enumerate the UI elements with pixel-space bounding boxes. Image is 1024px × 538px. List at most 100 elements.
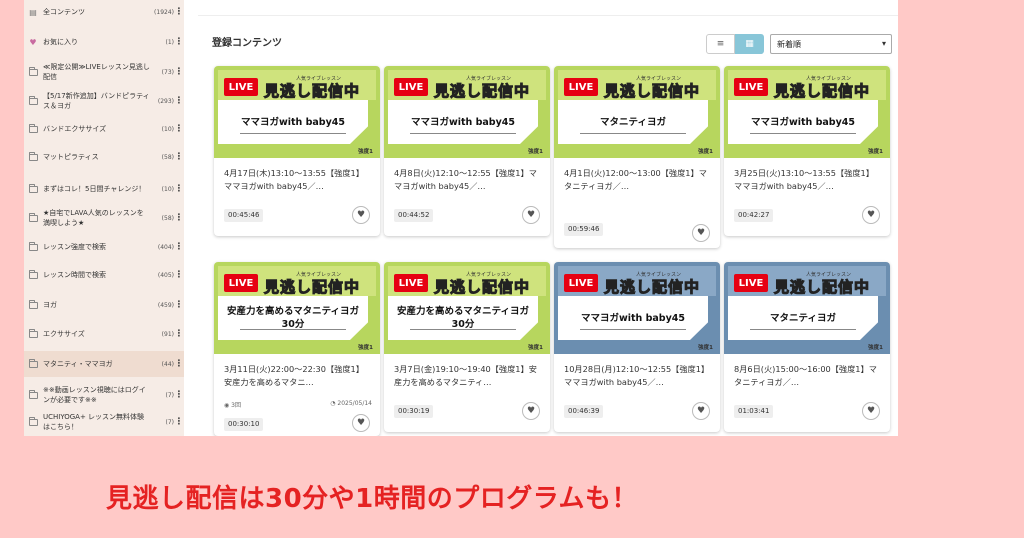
card-title[interactable]: 8月6日(火)15:00～16:00【強度1】マタニティヨガ／… bbox=[734, 363, 882, 389]
film-icon: ▤ bbox=[29, 7, 37, 17]
more-menu-icon[interactable]: ⋮ bbox=[174, 153, 184, 162]
sidebar-item[interactable]: ★自宅でLAVA人気のレッスンを満喫しよう★ (58) ⋮ bbox=[24, 206, 184, 230]
sidebar-item[interactable]: 【5/17新作追加】バンドピラティス＆ヨガ (293) ⋮ bbox=[24, 89, 184, 113]
card-title[interactable]: 4月1日(火)12:00～13:00【強度1】マタニティヨガ／… bbox=[564, 167, 712, 193]
video-thumbnail[interactable]: LIVE 人気ライブレッスン 見逃し配信中 ママヨガwith baby45 強度1 bbox=[554, 262, 720, 354]
sidebar-item-count: (73) bbox=[161, 68, 174, 76]
content-card[interactable]: LIVE 人気ライブレッスン 見逃し配信中 マタニティヨガ 強度1 4月1日(火)12:0… bbox=[554, 66, 720, 248]
video-thumbnail[interactable]: LIVE 人気ライブレッスン 見逃し配信中 ママヨガwith baby45 強度1 bbox=[384, 66, 550, 158]
favorite-button[interactable]: ♥ bbox=[352, 414, 370, 432]
duration-badge: 01:03:41 bbox=[734, 405, 774, 418]
grid-view-button[interactable]: ▦ bbox=[735, 34, 764, 54]
sidebar-item[interactable]: ≪限定公開≫LIVEレッスン見逃し配信 (73) ⋮ bbox=[24, 60, 184, 84]
live-badge: LIVE bbox=[734, 274, 768, 292]
favorite-button[interactable]: ♥ bbox=[352, 206, 370, 224]
sidebar-item-label: 全コンテンツ bbox=[43, 8, 85, 16]
sort-value: 新着順 bbox=[777, 39, 801, 49]
video-thumbnail[interactable]: LIVE 人気ライブレッスン 見逃し配信中 安産力を高めるマタニティヨガ30分 強度1 bbox=[214, 262, 380, 354]
sidebar-item-count: (459) bbox=[157, 301, 174, 309]
video-thumbnail[interactable]: LIVE 人気ライブレッスン 見逃し配信中 ママヨガwith baby45 強度1 bbox=[214, 66, 380, 158]
sort-select[interactable]: 新着順 ▾ bbox=[770, 34, 892, 54]
video-thumbnail[interactable]: LIVE 人気ライブレッスン 見逃し配信中 ママヨガwith baby45 強度1 bbox=[724, 66, 890, 158]
more-menu-icon[interactable]: ⋮ bbox=[174, 68, 184, 77]
content-card[interactable]: LIVE 人気ライブレッスン 見逃し配信中 ママヨガwith baby45 強度1 3月2… bbox=[724, 66, 890, 236]
sidebar-item[interactable]: レッスン強度で検索 (404) ⋮ bbox=[24, 240, 184, 254]
sidebar-item[interactable]: UCHIYOGA+ レッスン無料体験はこちら！ (7) ⋮ bbox=[24, 410, 184, 434]
content-card[interactable]: LIVE 人気ライブレッスン 見逃し配信中 安産力を高めるマタニティヨガ30分 強度1 3… bbox=[384, 262, 550, 432]
sidebar-item[interactable]: エクササイズ (91) ⋮ bbox=[24, 327, 184, 341]
sidebar-item[interactable]: まずはコレ！5日間チャレンジ！ (10) ⋮ bbox=[24, 177, 184, 201]
panel-divider bbox=[410, 329, 516, 330]
folder-icon bbox=[28, 123, 38, 134]
sidebar-item[interactable]: ヨガ (459) ⋮ bbox=[24, 298, 184, 312]
banner-title: 見逃し配信中 bbox=[263, 82, 361, 101]
sidebar-item-label: まずはコレ！5日間チャレンジ！ bbox=[43, 185, 146, 193]
live-badge: LIVE bbox=[394, 78, 428, 96]
sidebar-item-count: (44) bbox=[161, 360, 174, 368]
sidebar-item-count: (7) bbox=[165, 418, 175, 426]
more-menu-icon[interactable]: ⋮ bbox=[174, 38, 184, 47]
panel-divider bbox=[750, 329, 856, 330]
sidebar-item-label: ★自宅でLAVA人気のレッスンを満喫しよう★ bbox=[43, 209, 144, 227]
live-badge: LIVE bbox=[394, 274, 428, 292]
sidebar-item-label: お気に入り bbox=[43, 38, 78, 46]
intensity-label: 強度1 bbox=[698, 345, 713, 351]
thumbnail-lesson-name: 安産力を高めるマタニティヨガ30分 bbox=[396, 306, 530, 330]
sidebar-item[interactable]: レッスン時間で検索 (405) ⋮ bbox=[24, 268, 184, 282]
sidebar-item[interactable]: バンドエクササイズ (10) ⋮ bbox=[24, 122, 184, 136]
content-card[interactable]: LIVE 人気ライブレッスン 見逃し配信中 安産力を高めるマタニティヨガ30分 強度1 3… bbox=[214, 262, 380, 436]
banner-title: 見逃し配信中 bbox=[603, 82, 701, 101]
sidebar-item[interactable]: ▤ 全コンテンツ (1924) ⋮ bbox=[24, 5, 184, 19]
more-menu-icon[interactable]: ⋮ bbox=[174, 360, 184, 369]
content-card[interactable]: LIVE 人気ライブレッスン 見逃し配信中 ママヨガwith baby45 強度1 4月8… bbox=[384, 66, 550, 236]
card-title[interactable]: 4月17日(木)13:10～13:55【強度1】ママヨガwith baby45／… bbox=[224, 167, 372, 193]
video-thumbnail[interactable]: LIVE 人気ライブレッスン 見逃し配信中 マタニティヨガ 強度1 bbox=[724, 262, 890, 354]
card-title[interactable]: 3月11日(火)22:00～22:30【強度1】安産力を高めるマタニ… bbox=[224, 363, 372, 389]
sidebar-item[interactable]: ♥ お気に入り (1) ⋮ bbox=[24, 35, 184, 49]
main-content: 登録コンテンツ ≡ ▦ 新着順 ▾ LIVE 人気ライブレッスン 見逃し配信中 ママヨ… bbox=[198, 0, 898, 436]
content-card[interactable]: LIVE 人気ライブレッスン 見逃し配信中 マタニティヨガ 強度1 8月6日(火)15:0… bbox=[724, 262, 890, 432]
panel-divider bbox=[580, 133, 686, 134]
more-menu-icon[interactable]: ⋮ bbox=[174, 243, 184, 252]
video-thumbnail[interactable]: LIVE 人気ライブレッスン 見逃し配信中 安産力を高めるマタニティヨガ30分 強度1 bbox=[384, 262, 550, 354]
more-menu-icon[interactable]: ⋮ bbox=[174, 330, 184, 339]
card-title[interactable]: 4月8日(火)12:10～12:55【強度1】ママヨガwith baby45／… bbox=[394, 167, 542, 193]
duration-badge: 00:59:46 bbox=[564, 223, 604, 236]
more-menu-icon[interactable]: ⋮ bbox=[174, 301, 184, 310]
thumbnail-panel: 安産力を高めるマタニティヨガ30分 bbox=[218, 296, 368, 340]
sidebar-item[interactable]: ※※動画レッスン視聴にはログインが必要です※※ (7) ⋮ bbox=[24, 383, 184, 407]
favorite-button[interactable]: ♥ bbox=[692, 402, 710, 420]
post-date: ◔ 2025/05/14 bbox=[330, 400, 372, 409]
video-thumbnail[interactable]: LIVE 人気ライブレッスン 見逃し配信中 マタニティヨガ 強度1 bbox=[554, 66, 720, 158]
favorite-button[interactable]: ♥ bbox=[862, 206, 880, 224]
more-menu-icon[interactable]: ⋮ bbox=[174, 271, 184, 280]
sidebar-item-count: (58) bbox=[161, 214, 174, 222]
thumbnail-panel: ママヨガwith baby45 bbox=[558, 296, 708, 340]
favorite-button[interactable]: ♥ bbox=[522, 402, 540, 420]
favorite-button[interactable]: ♥ bbox=[862, 402, 880, 420]
intensity-label: 強度1 bbox=[868, 345, 883, 351]
thumbnail-banner: LIVE 人気ライブレッスン 見逃し配信中 bbox=[218, 70, 376, 101]
favorite-button[interactable]: ♥ bbox=[522, 206, 540, 224]
sidebar-item-count: (91) bbox=[161, 330, 174, 338]
card-title[interactable]: 10月28日(月)12:10～12:55【強度1】ママヨガwith baby45… bbox=[564, 363, 712, 389]
more-menu-icon[interactable]: ⋮ bbox=[174, 125, 184, 134]
folder-icon bbox=[28, 241, 38, 252]
category-sidebar: ▤ 全コンテンツ (1924) ⋮ ♥ お気に入り (1) ⋮ ≪限定公開≫LIVEレッスン見逃… bbox=[24, 0, 184, 436]
more-menu-icon[interactable]: ⋮ bbox=[174, 418, 184, 427]
list-view-button[interactable]: ≡ bbox=[706, 34, 735, 54]
card-title[interactable]: 3月25日(火)13:10～13:55【強度1】ママヨガwith baby45／… bbox=[734, 167, 882, 193]
card-title[interactable]: 3月7日(金)19:10～19:40【強度1】安産力を高めるマタニティ… bbox=[394, 363, 542, 389]
duration-badge: 00:42:27 bbox=[734, 209, 774, 222]
more-menu-icon[interactable]: ⋮ bbox=[174, 391, 184, 400]
content-card[interactable]: LIVE 人気ライブレッスン 見逃し配信中 ママヨガwith baby45 強度1 10月… bbox=[554, 262, 720, 432]
more-menu-icon[interactable]: ⋮ bbox=[174, 97, 184, 106]
sidebar-item[interactable]: マットピラティス (58) ⋮ bbox=[24, 150, 184, 164]
more-menu-icon[interactable]: ⋮ bbox=[174, 185, 184, 194]
more-menu-icon[interactable]: ⋮ bbox=[174, 214, 184, 223]
banner-title: 見逃し配信中 bbox=[263, 278, 361, 297]
more-menu-icon[interactable]: ⋮ bbox=[174, 8, 184, 17]
sidebar-item[interactable]: マタニティ・ママヨガ (44) ⋮ bbox=[24, 351, 184, 377]
content-card[interactable]: LIVE 人気ライブレッスン 見逃し配信中 ママヨガwith baby45 強度1 4月1… bbox=[214, 66, 380, 236]
favorite-button[interactable]: ♥ bbox=[692, 224, 710, 242]
